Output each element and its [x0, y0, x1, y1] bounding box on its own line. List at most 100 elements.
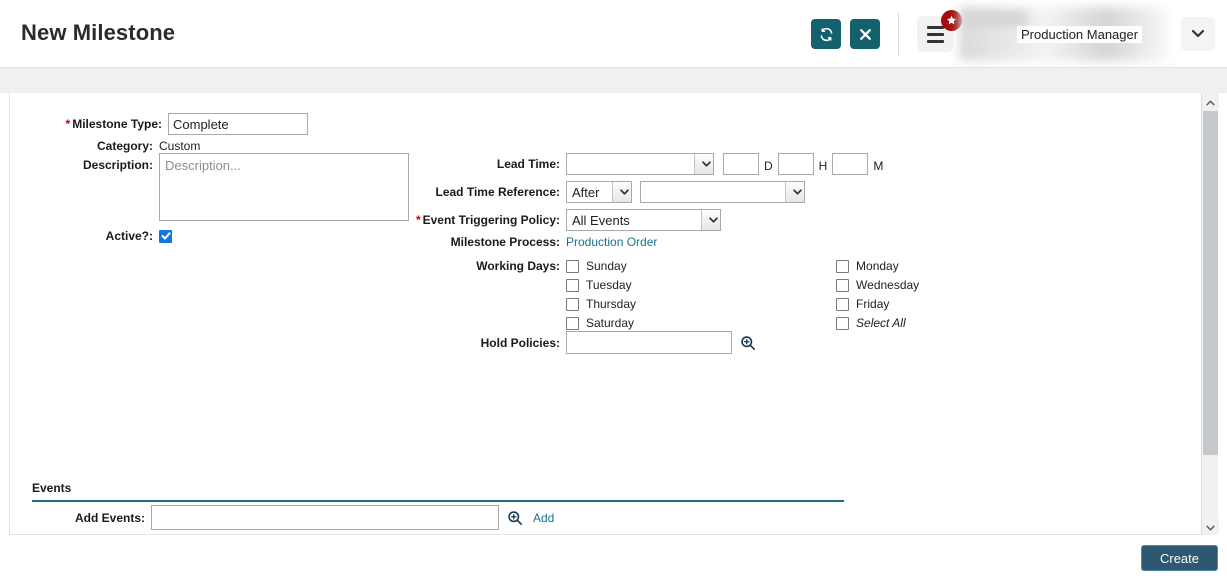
- chevron-up-icon: [1206, 95, 1215, 109]
- page-footer: Create: [0, 536, 1227, 579]
- chevron-down-icon: [694, 154, 713, 174]
- user-menu-toggle[interactable]: [1181, 17, 1215, 51]
- milestone-process-label: Milestone Process:: [390, 235, 560, 249]
- hamburger-menu-icon: [927, 26, 944, 29]
- field-working-days: Working Days: Sunday Tuesday Thursday: [390, 257, 919, 333]
- working-day-item[interactable]: Sunday: [566, 257, 636, 275]
- refresh-icon: [819, 27, 834, 42]
- close-button[interactable]: [850, 19, 880, 49]
- chevron-down-icon: [612, 182, 631, 202]
- event-triggering-policy-select[interactable]: All Events: [566, 209, 721, 231]
- checkbox-sunday[interactable]: [566, 260, 579, 273]
- field-milestone-type: *Milestone Type:: [53, 113, 308, 135]
- working-day-item[interactable]: Thursday: [566, 295, 636, 313]
- content-scrollbar[interactable]: [1201, 93, 1218, 535]
- page-header: New Milestone: [0, 0, 1227, 68]
- lead-time-label: Lead Time:: [390, 157, 560, 171]
- add-events-input[interactable]: [151, 505, 499, 530]
- create-button[interactable]: Create: [1141, 545, 1218, 571]
- app-window: New Milestone: [0, 0, 1227, 579]
- lead-time-minutes-input[interactable]: [832, 153, 868, 175]
- field-lead-time-reference: Lead Time Reference: After: [390, 181, 805, 203]
- working-day-item[interactable]: Friday: [836, 295, 919, 313]
- field-category: Category: Custom: [53, 139, 308, 153]
- field-lead-time: Lead Time: D H M: [390, 153, 883, 175]
- magnifier-plus-icon[interactable]: [740, 335, 756, 351]
- lead-time-reference-second-select[interactable]: [640, 181, 805, 203]
- required-asterisk: *: [66, 117, 71, 131]
- header-band: [0, 68, 1227, 93]
- checkbox-tuesday[interactable]: [566, 279, 579, 292]
- scrollbar-thumb[interactable]: [1203, 111, 1218, 455]
- checkbox-thursday[interactable]: [566, 298, 579, 311]
- lead-time-reference-label: Lead Time Reference:: [390, 185, 560, 199]
- lead-time-reference-value: After: [567, 185, 599, 200]
- close-icon: [859, 28, 872, 41]
- working-days-left-column: Sunday Tuesday Thursday Saturday: [566, 257, 636, 333]
- refresh-button[interactable]: [811, 19, 841, 49]
- page-title: New Milestone: [21, 20, 175, 46]
- events-section-title: Events: [32, 481, 844, 502]
- lead-time-hours-input[interactable]: [778, 153, 814, 175]
- header-divider: [898, 12, 899, 56]
- add-events-label: Add Events:: [72, 511, 145, 525]
- working-day-item[interactable]: Monday: [836, 257, 919, 275]
- field-hold-policies: Hold Policies:: [390, 331, 756, 354]
- user-account-block[interactable]: Production Manager: [959, 5, 1177, 63]
- field-description: Description:: [53, 153, 413, 221]
- lead-time-days-input[interactable]: [723, 153, 759, 175]
- checkbox-friday[interactable]: [836, 298, 849, 311]
- field-event-triggering-policy: *Event Triggering Policy: All Events: [390, 209, 721, 231]
- event-triggering-policy-value: All Events: [567, 213, 630, 228]
- checkbox-select-all[interactable]: [836, 317, 849, 330]
- checkbox-label-thursday[interactable]: Thursday: [586, 297, 636, 311]
- scrollbar-up-button[interactable]: [1202, 93, 1219, 110]
- menu-button-wrapper: [917, 16, 953, 52]
- description-textarea[interactable]: [159, 153, 409, 221]
- checkbox-label-sunday[interactable]: Sunday: [586, 259, 627, 273]
- select-all-link[interactable]: Select All: [856, 316, 906, 330]
- chevron-down-icon: [1191, 27, 1205, 41]
- milestone-process-link[interactable]: Production Order: [566, 235, 657, 249]
- working-days-label: Working Days:: [390, 257, 560, 275]
- working-day-item[interactable]: Wednesday: [836, 276, 919, 294]
- required-asterisk: *: [416, 213, 421, 227]
- scrollbar-down-button[interactable]: [1202, 518, 1219, 535]
- magnifier-plus-icon[interactable]: [507, 510, 523, 526]
- lead-time-select[interactable]: [566, 153, 714, 175]
- working-days-right-column: Monday Wednesday Friday Select All: [836, 257, 919, 333]
- lead-time-hours-unit: H: [819, 159, 828, 173]
- milestone-form: *Milestone Type: Category: Custom Descri…: [10, 93, 1200, 533]
- field-active: Active?:: [53, 229, 308, 243]
- hold-policies-input[interactable]: [566, 331, 732, 354]
- working-day-item[interactable]: Tuesday: [566, 276, 636, 294]
- working-day-item[interactable]: Saturday: [566, 314, 636, 332]
- checkbox-label-friday[interactable]: Friday: [856, 297, 889, 311]
- checkbox-label-saturday[interactable]: Saturday: [586, 316, 634, 330]
- field-milestone-process: Milestone Process: Production Order: [390, 235, 657, 249]
- checkbox-label-monday[interactable]: Monday: [856, 259, 899, 273]
- lead-time-minutes-unit: M: [873, 159, 883, 173]
- lead-time-reference-select[interactable]: After: [566, 181, 632, 203]
- select-all-item[interactable]: Select All: [836, 314, 919, 332]
- category-label: Category:: [53, 139, 153, 153]
- user-role-label: Production Manager: [1017, 26, 1142, 43]
- checkbox-saturday[interactable]: [566, 317, 579, 330]
- category-value: Custom: [159, 139, 200, 153]
- hold-policies-label: Hold Policies:: [390, 336, 560, 350]
- active-checkbox[interactable]: [159, 230, 172, 243]
- checkbox-wednesday[interactable]: [836, 279, 849, 292]
- milestone-type-label: *Milestone Type:: [62, 113, 162, 135]
- add-events-link[interactable]: Add: [533, 511, 554, 525]
- checkbox-label-wednesday[interactable]: Wednesday: [856, 278, 919, 292]
- header-actions: Production Manager: [811, 0, 1227, 68]
- checkbox-label-tuesday[interactable]: Tuesday: [586, 278, 632, 292]
- lead-time-days-unit: D: [764, 159, 773, 173]
- chevron-down-icon: [785, 182, 804, 202]
- milestone-type-input[interactable]: [168, 113, 308, 135]
- checkbox-monday[interactable]: [836, 260, 849, 273]
- field-add-events: Add Events: Add: [72, 505, 554, 530]
- active-label: Active?:: [53, 229, 153, 243]
- chevron-down-icon: [701, 210, 720, 230]
- chevron-down-icon: [1206, 520, 1215, 534]
